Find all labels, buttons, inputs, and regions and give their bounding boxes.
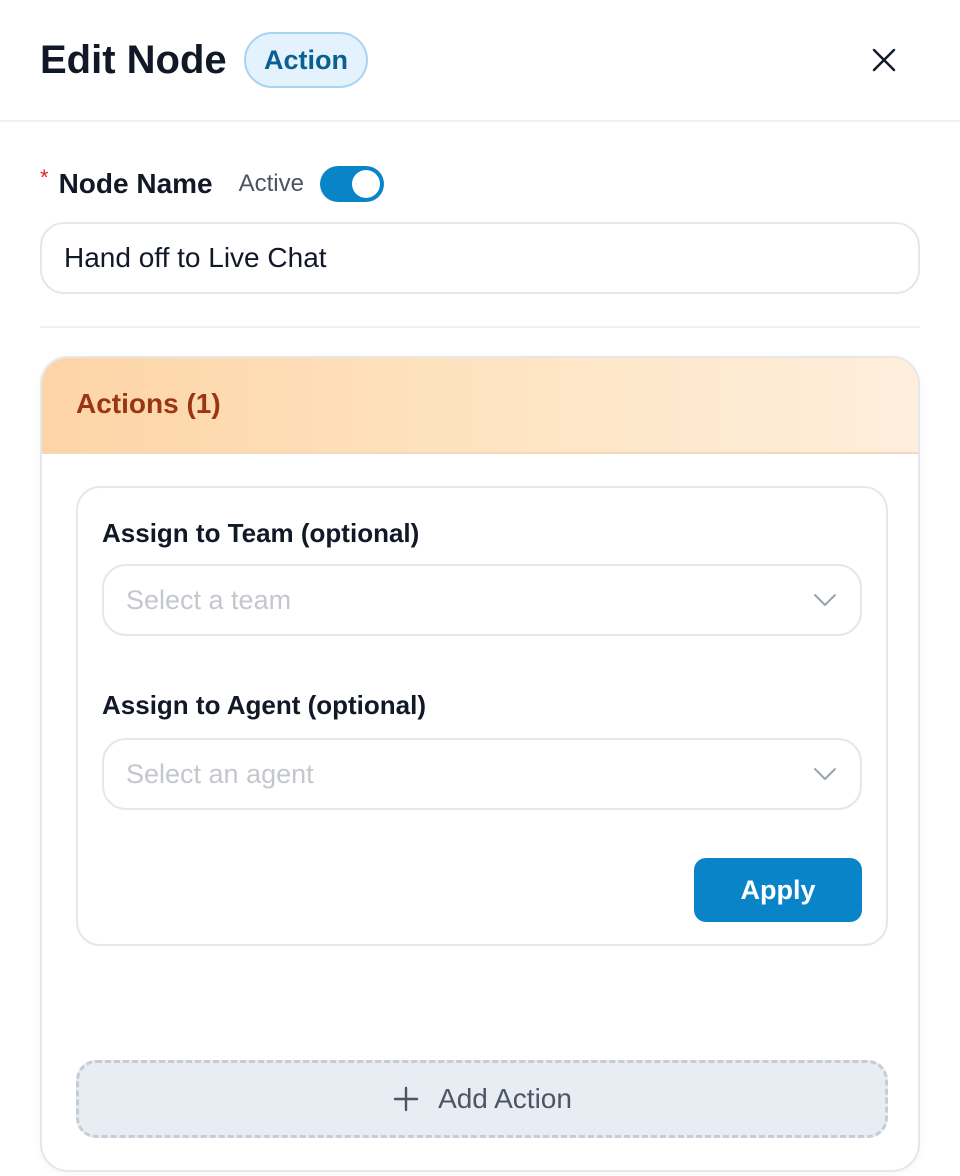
section-divider	[40, 326, 920, 328]
page-title: Edit Node	[40, 38, 227, 82]
toggle-knob	[351, 170, 380, 198]
team-select[interactable]: Select a team	[102, 564, 862, 636]
chevron-down-icon	[812, 587, 838, 613]
active-toggle[interactable]	[319, 166, 384, 202]
node-name-label: Node Name	[58, 168, 213, 199]
team-select-placeholder: Select a team	[126, 584, 292, 615]
team-label: Assign to Team (optional)	[102, 518, 420, 548]
action-item-card: Assign to Team (optional) Select a team …	[76, 486, 888, 946]
agent-select-placeholder: Select an agent	[126, 758, 314, 789]
node-type-badge: Action	[244, 32, 368, 88]
apply-button[interactable]: Apply	[694, 858, 862, 922]
panel-header: Edit Node Action	[0, 0, 960, 122]
active-label: Active	[238, 170, 304, 197]
node-name-row: * Node Name Active	[40, 164, 384, 204]
node-name-input[interactable]	[40, 222, 920, 294]
add-action-label: Add Action	[438, 1083, 572, 1114]
agent-label: Assign to Agent (optional)	[102, 690, 426, 720]
close-icon	[872, 48, 896, 72]
required-mark: *	[40, 165, 49, 190]
close-button[interactable]	[864, 40, 904, 80]
actions-card: Actions (1) Assign to Team (optional) Se…	[40, 356, 920, 1172]
plus-icon	[392, 1085, 420, 1113]
add-action-button[interactable]: Add Action	[76, 1060, 888, 1138]
actions-title: Actions (1)	[76, 388, 221, 419]
agent-select[interactable]: Select an agent	[102, 738, 862, 810]
actions-header: Actions (1)	[42, 358, 918, 454]
chevron-down-icon	[812, 761, 838, 787]
